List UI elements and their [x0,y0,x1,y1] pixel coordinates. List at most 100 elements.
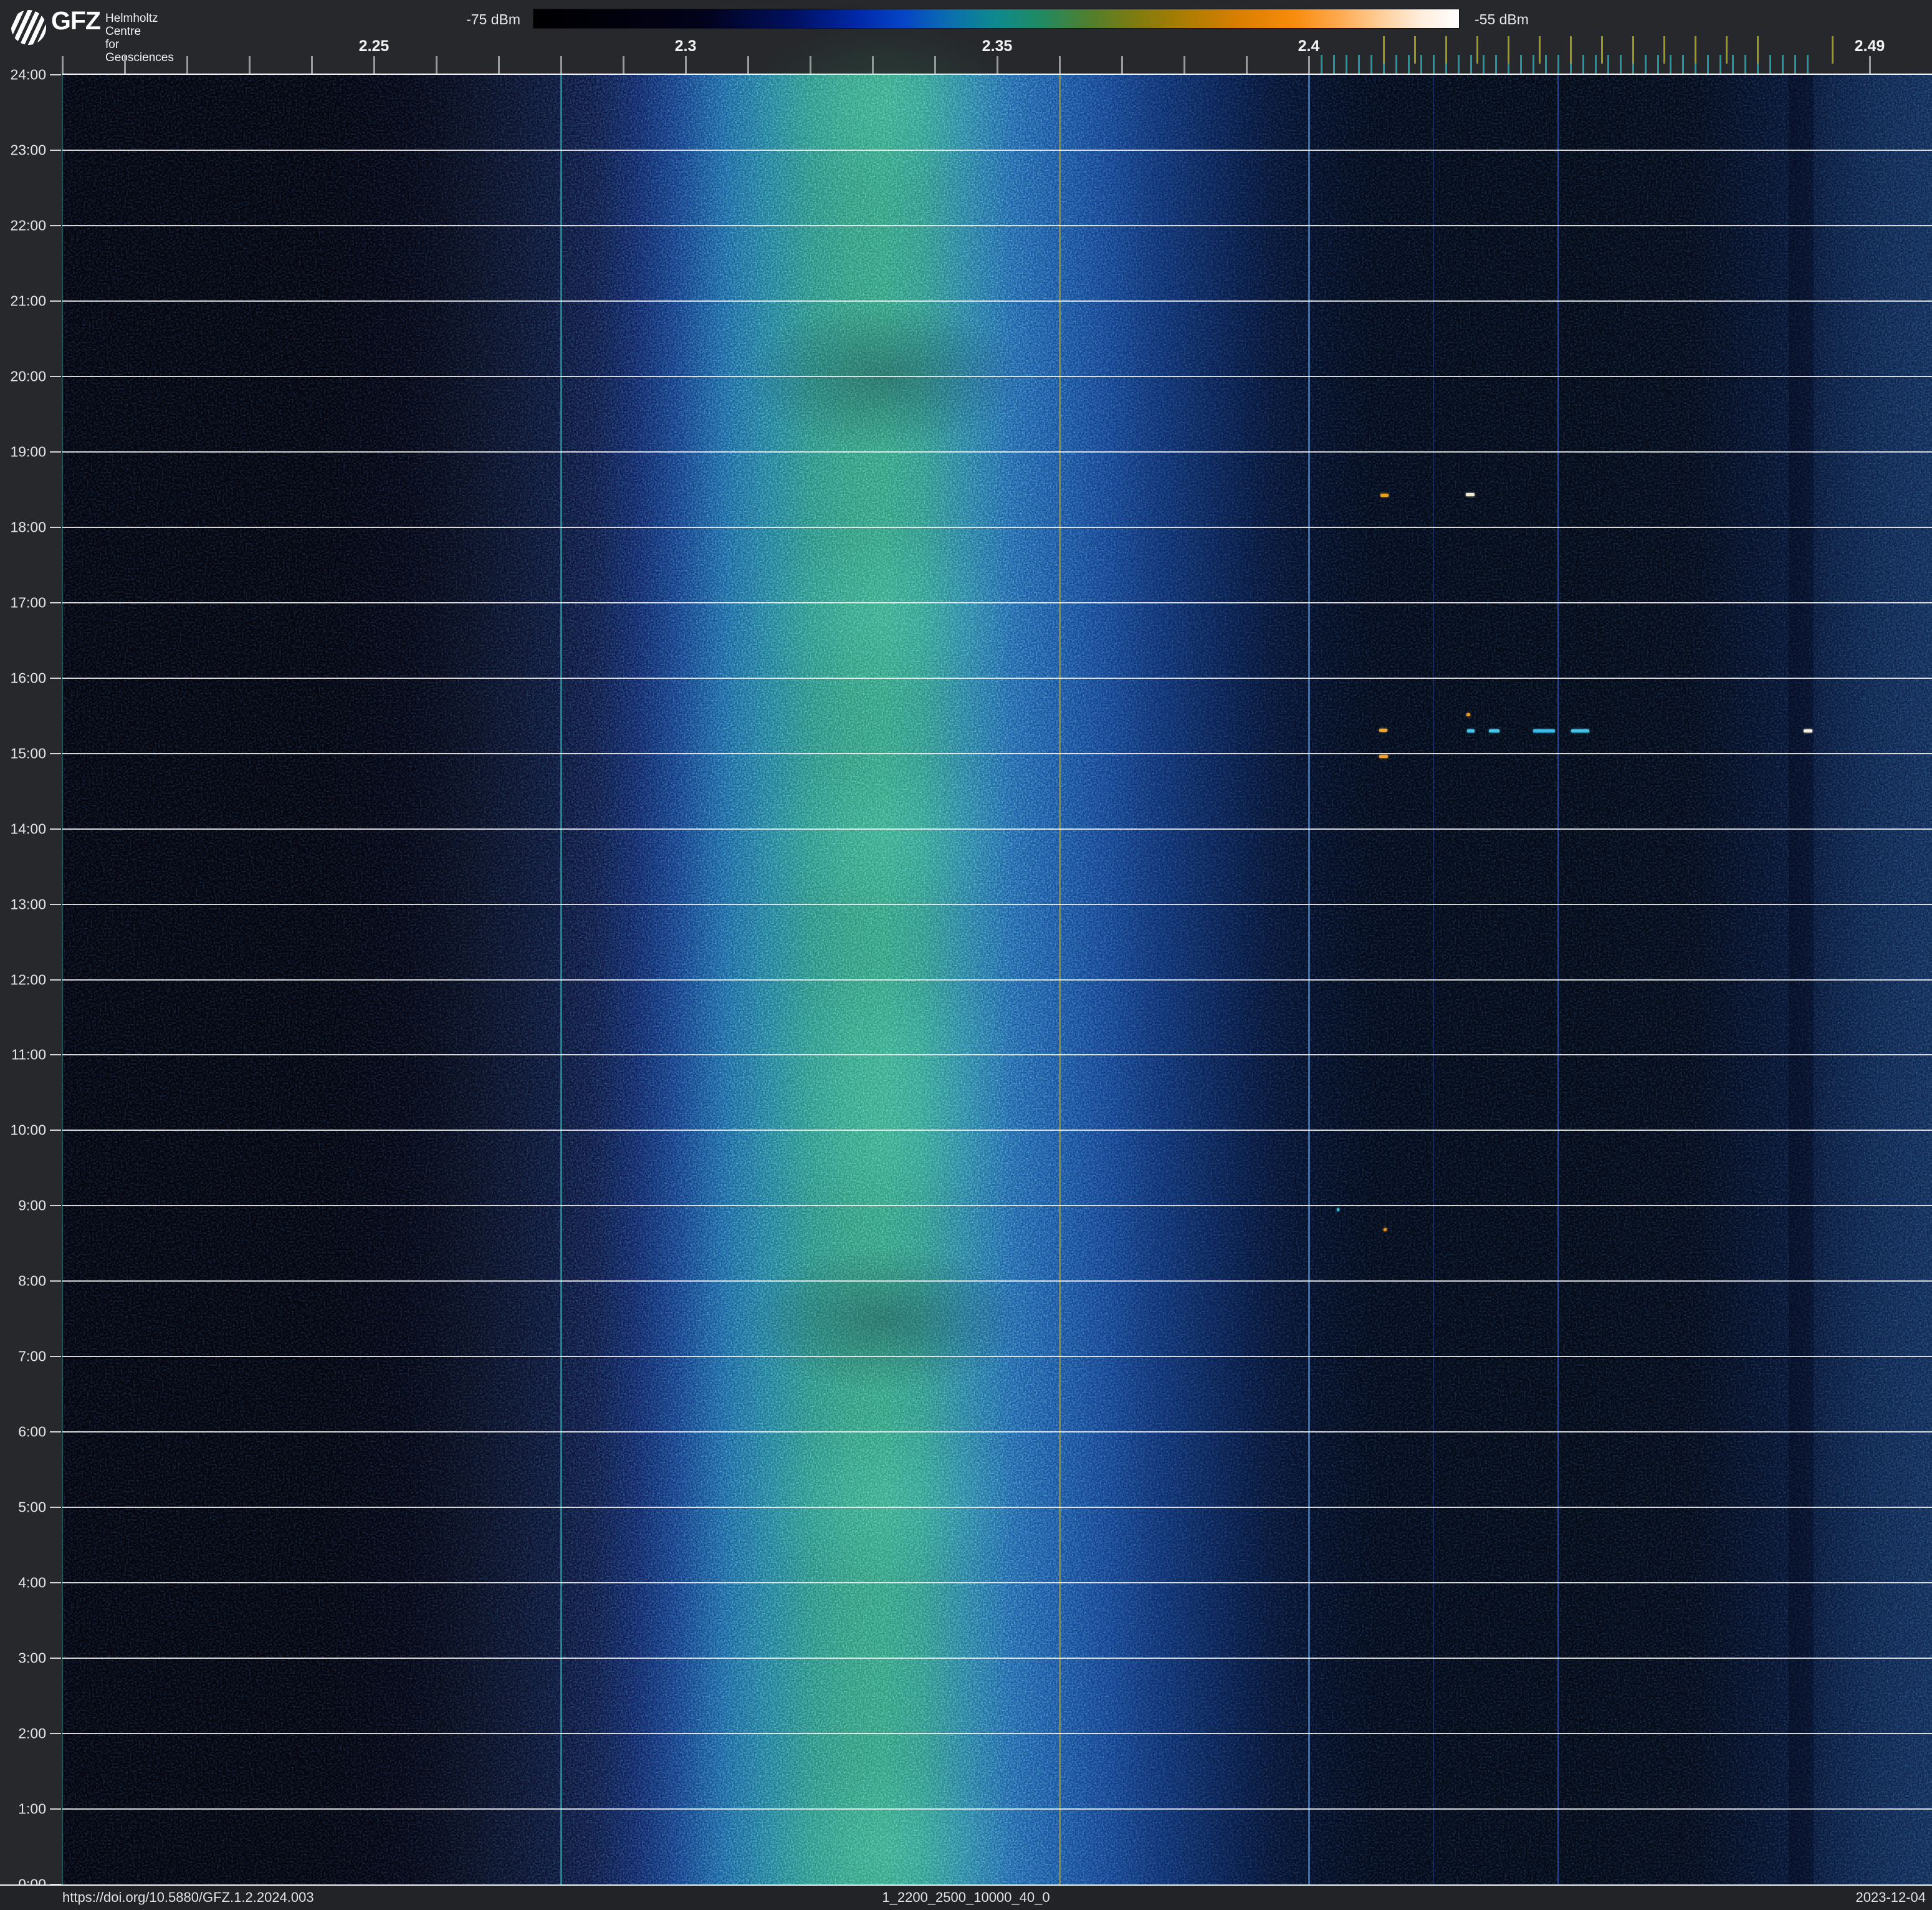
hour-gridline [62,225,1932,226]
hour-tick [50,828,61,830]
wifi-channel-tick [1383,36,1385,64]
hour-gridline [62,678,1932,679]
footer-bar: https://doi.org/10.5880/GFZ.1.2.2024.003… [0,1886,1932,1910]
hour-gridline [62,753,1932,754]
burst-event [1379,729,1387,732]
hour-gridline [62,602,1932,603]
ble-channel-tick [1707,55,1709,75]
hour-label: 6:00 [0,1424,46,1441]
hour-tick [50,527,61,528]
ble-channel-tick [1470,55,1472,75]
hour-label: 15:00 [0,745,46,762]
spectrogram-plot [62,75,1932,1884]
freq-tick [1184,56,1185,75]
freq-tick [560,56,562,75]
hour-label: 2:00 [0,1725,46,1742]
burst-event [1467,729,1475,732]
burst-event [1380,494,1389,497]
freq-tick [436,56,438,75]
hour-tick [50,602,61,603]
burst-event [1466,713,1470,716]
hour-tick [50,1130,61,1131]
hour-gridline [62,1808,1932,1810]
hour-tick [50,678,61,679]
ble-channel-tick [1433,55,1435,75]
ble-channel-tick [1657,55,1659,75]
band-dim-patch [686,1213,1084,1425]
ble-channel-tick [1533,55,1534,75]
ble-channel-tick [1520,55,1522,75]
hour-gridline [62,1356,1932,1357]
dataset-id: 1_2200_2500_10000_40_0 [0,1889,1932,1906]
ble-channel-tick [1670,55,1671,75]
freq-tick-label: 2.49 [1855,37,1885,55]
hour-gridline [62,979,1932,981]
hour-label: 21:00 [0,292,46,309]
freq-tick [1121,56,1123,75]
hour-label: 8:00 [0,1273,46,1290]
colorbar-min-label: -75 dBm [433,11,520,28]
hour-gridline [62,1431,1932,1432]
hour-gridline [62,1658,1932,1659]
hour-gridline [62,1733,1932,1734]
hour-tick [50,1431,61,1432]
hour-label: 5:00 [0,1499,46,1516]
hour-label: 23:00 [0,142,46,158]
freq-tick [623,56,624,75]
hour-label: 11:00 [0,1047,46,1063]
colorbar-max-label: -55 dBm [1475,11,1529,28]
ble-channel-tick [1769,55,1771,75]
hour-tick [50,1356,61,1357]
burst-event [1489,729,1499,732]
hour-label: 16:00 [0,669,46,686]
hour-gridline [62,1130,1932,1131]
hour-tick [50,979,61,981]
date-label: 2023-12-04 [1855,1889,1926,1906]
hour-tick [50,150,61,151]
burst-event [1379,755,1388,758]
hour-gridline [62,1280,1932,1282]
burst-event [1804,729,1812,732]
ble-channel-tick [1607,55,1609,75]
hour-tick [50,1054,61,1055]
freq-tick-label: 2.25 [359,37,390,55]
hour-gridline [62,1205,1932,1206]
hour-tick [50,904,61,905]
burst-event [1571,729,1589,732]
ble-channel-tick [1483,55,1485,75]
wifi-channel-tick [1663,36,1665,64]
hour-label: 1:00 [0,1801,46,1818]
wifi-channel-tick [1539,36,1541,64]
band-bright-patch [686,1729,1084,1910]
freq-tick-label: 2.4 [1298,37,1320,55]
hour-label: 9:00 [0,1197,46,1214]
ble-channel-tick [1420,55,1422,75]
ble-channel-tick [1545,55,1547,75]
ble-channel-tick [1719,55,1721,75]
wifi-channel-tick [1695,36,1696,64]
ble-channel-tick [1358,55,1360,75]
freq-tick [1246,56,1248,75]
hour-tick [50,451,61,453]
hour-gridline [62,527,1932,528]
hour-gridline [62,300,1932,302]
hour-tick [50,376,61,377]
ble-channel-tick [1370,55,1372,75]
freq-tick [249,56,251,75]
ble-channel-tick [1458,55,1460,75]
hour-label: 3:00 [0,1650,46,1667]
hour-gridline [62,150,1932,151]
wifi-channel-tick [1832,36,1834,64]
wifi-channel-tick [1757,36,1759,64]
ble-channel-tick [1807,55,1809,75]
wifi-channel-tick [1508,36,1509,64]
hour-label: 14:00 [0,820,46,837]
freq-tick [186,56,188,75]
ble-channel-tick [1782,55,1784,75]
hour-gridline [62,1054,1932,1055]
freq-tick [373,56,375,75]
ble-channel-tick [1732,55,1734,75]
ble-channel-tick [1620,55,1622,75]
burst-event [1466,493,1475,496]
wifi-channel-tick [1445,36,1447,64]
